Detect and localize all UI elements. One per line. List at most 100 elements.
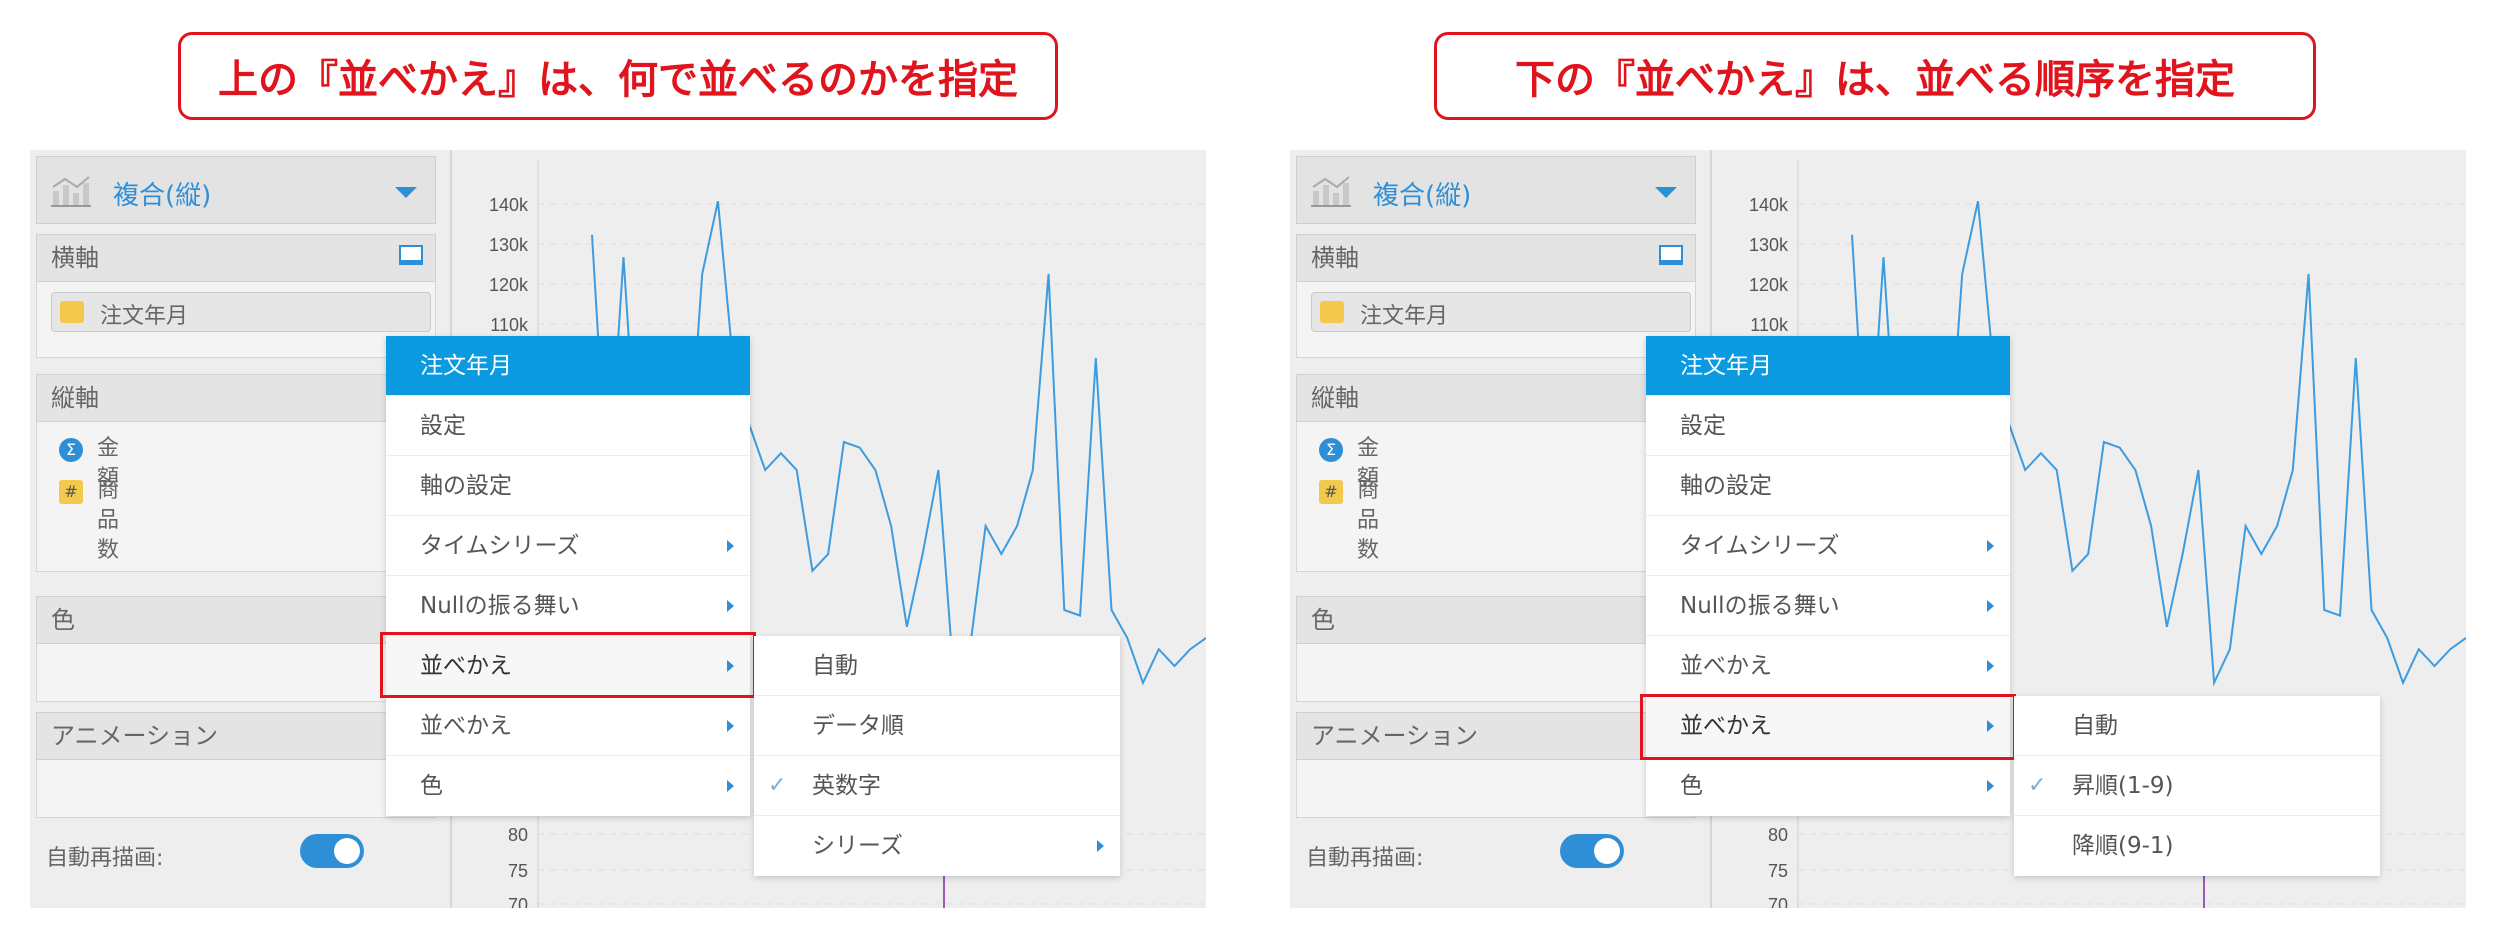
highlight-box [1640, 694, 2016, 760]
animation-drop[interactable] [1296, 760, 1696, 818]
x-axis-drop[interactable]: 注文年月 [1296, 282, 1696, 358]
menu-label: 軸の設定 [420, 473, 512, 499]
animation-header: アニメーション [1296, 712, 1696, 760]
menu-label: 軸の設定 [1680, 473, 1772, 499]
chart-type-label: 複合(縦) [113, 181, 212, 211]
highlight-box [380, 632, 756, 698]
sum-icon: Σ [59, 438, 83, 462]
x-axis-title: 横軸 [1311, 244, 1359, 272]
y-tick-label: 70 [508, 895, 528, 908]
menu-label: タイムシリーズ [1680, 533, 1840, 559]
submenu-item-series[interactable]: シリーズ [754, 816, 1120, 876]
menu-item-axis-settings[interactable]: 軸の設定 [1646, 456, 2010, 516]
menu-label: 色 [420, 773, 443, 799]
menu-label: データ順 [812, 713, 904, 739]
y-tick-label: 120k [489, 275, 529, 295]
menu-item-time-series[interactable]: タイムシリーズ [1646, 516, 2010, 576]
check-icon: ✓ [768, 773, 787, 798]
combo-chart-icon [1311, 176, 1351, 207]
menu-item-axis-settings[interactable]: 軸の設定 [386, 456, 750, 516]
submenu-item-auto[interactable]: 自動 [754, 636, 1120, 696]
y-axis-drop[interactable]: Σ 金額 # 商品数 [36, 422, 436, 572]
y-tick-label: 140k [489, 195, 529, 215]
animation-drop[interactable] [36, 760, 436, 818]
menu-item-sort-order[interactable]: 並べかえ [386, 696, 750, 756]
submenu-item-descending[interactable]: 降順(9-1) [2014, 816, 2380, 876]
y-tick-label: 130k [489, 235, 529, 255]
y-tick-label: 75 [508, 861, 528, 881]
chevron-down-icon[interactable] [1655, 187, 1677, 198]
menu-label: シリーズ [812, 833, 903, 859]
submenu: 自動 ✓ 昇順(1-9) 降順(9-1) [2014, 696, 2380, 876]
x-field-label: 注文年月 [1360, 304, 1449, 329]
menu-item-sort-by[interactable]: 並べかえ [1646, 636, 2010, 696]
menu-label: 並べかえ [1680, 653, 1772, 679]
menu-item-color[interactable]: 色 [1646, 756, 2010, 816]
callout-left: 上の『並べかえ』は、何で並べるのかを指定 [178, 32, 1058, 120]
y-axis-title: 縦軸 [51, 384, 99, 412]
color-drop[interactable] [36, 644, 436, 702]
y-tick-label: 110k [1750, 315, 1789, 335]
chart-type-dropdown[interactable]: 複合(縦) [1296, 156, 1696, 224]
submenu-item-data-order[interactable]: データ順 [754, 696, 1120, 756]
menu-item-null-behavior[interactable]: Nullの振る舞い [386, 576, 750, 636]
x-axis-title: 横軸 [51, 244, 99, 272]
menu-item-color[interactable]: 色 [386, 756, 750, 816]
menu-item-time-series[interactable]: タイムシリーズ [386, 516, 750, 576]
x-field-chip[interactable]: 注文年月 [1311, 292, 1691, 332]
auto-redraw-label: 自動再描画: [46, 846, 164, 871]
axis-settings-icon[interactable] [1659, 245, 1683, 265]
number-icon: # [59, 480, 83, 504]
submenu-item-alphanumeric[interactable]: ✓ 英数字 [754, 756, 1120, 816]
menu-item-settings[interactable]: 設定 [1646, 396, 2010, 456]
menu-label: タイムシリーズ [420, 533, 580, 559]
check-icon: ✓ [2028, 773, 2047, 798]
chevron-right-icon [727, 780, 734, 792]
chevron-down-icon[interactable] [395, 187, 417, 198]
y-tick-label: 75 [1768, 861, 1788, 881]
color-header: 色 [36, 596, 436, 644]
menu-item-null-behavior[interactable]: Nullの振る舞い [1646, 576, 2010, 636]
axis-settings-icon[interactable] [399, 245, 423, 265]
auto-redraw-toggle[interactable] [1560, 834, 1624, 868]
measure-label: 商品数 [1357, 478, 1380, 563]
submenu: 自動 データ順 ✓ 英数字 シリーズ [754, 636, 1120, 876]
menu-label: Nullの振る舞い [420, 593, 580, 619]
menu-label: Nullの振る舞い [1680, 593, 1840, 619]
submenu-item-ascending[interactable]: ✓ 昇順(1-9) [2014, 756, 2380, 816]
menu-label: 昇順(1-9) [2072, 773, 2174, 799]
submenu-item-auto[interactable]: 自動 [2014, 696, 2380, 756]
x-field-chip[interactable]: 注文年月 [51, 292, 431, 332]
menu-item-settings[interactable]: 設定 [386, 396, 750, 456]
menu-header: 注文年月 [386, 336, 750, 396]
number-icon: # [1319, 480, 1343, 504]
x-axis-header: 横軸 [36, 234, 436, 282]
y-tick-label: 70 [1768, 895, 1788, 908]
menu-label: 英数字 [812, 773, 881, 799]
color-header: 色 [1296, 596, 1696, 644]
auto-redraw-toggle[interactable] [300, 834, 364, 868]
calendar-icon [1320, 301, 1344, 323]
x-axis-drop[interactable]: 注文年月 [36, 282, 436, 358]
menu-label: 並べかえ [420, 713, 512, 739]
x-axis-header: 横軸 [1296, 234, 1696, 282]
sum-icon: Σ [1319, 438, 1343, 462]
animation-title: アニメーション [51, 722, 219, 750]
x-field-label: 注文年月 [100, 304, 189, 329]
menu-label: 自動 [2072, 713, 2118, 739]
menu-label: 自動 [812, 653, 858, 679]
color-drop[interactable] [1296, 644, 1696, 702]
color-title: 色 [1311, 606, 1335, 634]
animation-title: アニメーション [1311, 722, 1479, 750]
chevron-right-icon [727, 600, 734, 612]
y-axis-header: 縦軸 [36, 374, 436, 422]
menu-label: 色 [1680, 773, 1703, 799]
menu-label: 設定 [420, 413, 466, 439]
chart-type-dropdown[interactable]: 複合(縦) [36, 156, 436, 224]
chevron-right-icon [1987, 540, 1994, 552]
y-axis-drop[interactable]: Σ 金額 # 商品数 [1296, 422, 1696, 572]
y-tick-label: 130k [1749, 235, 1789, 255]
chart-type-label: 複合(縦) [1373, 181, 1472, 211]
chevron-right-icon [1987, 660, 1994, 672]
menu-label: 設定 [1680, 413, 1726, 439]
